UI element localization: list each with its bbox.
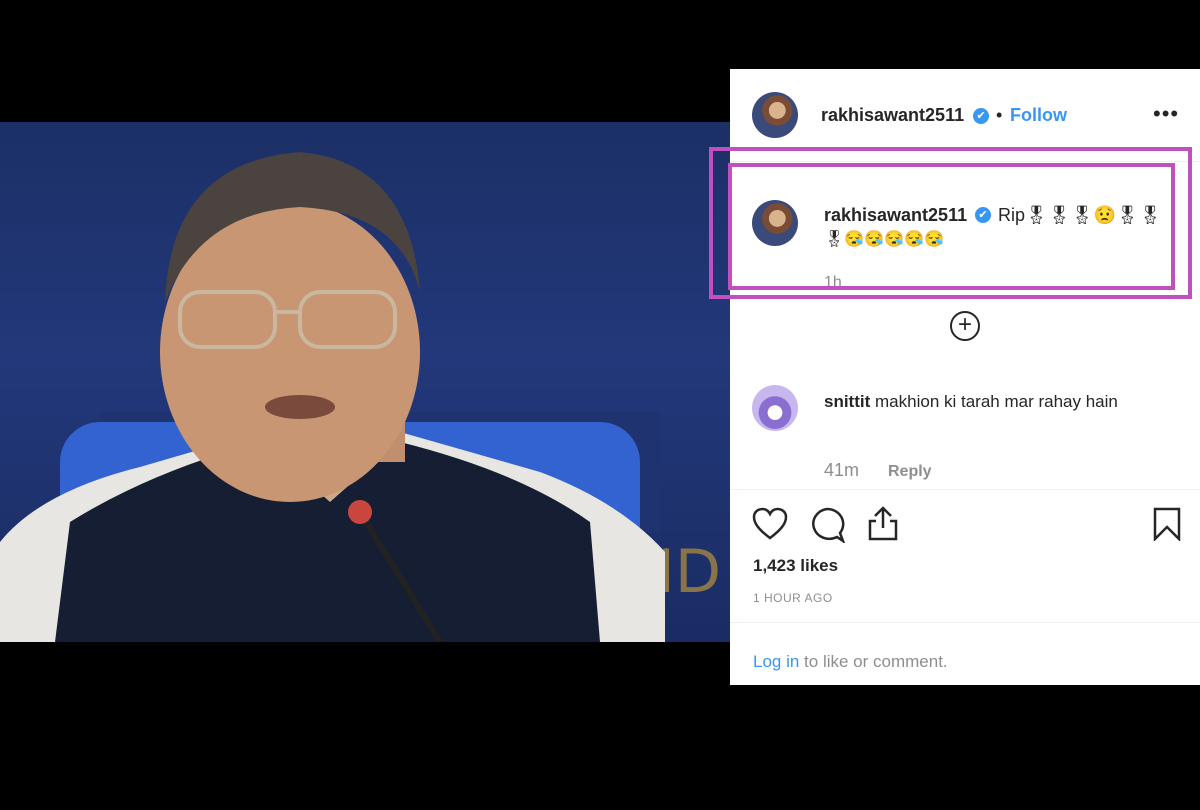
likes-count[interactable]: 1,423 likes <box>753 556 838 576</box>
post-time[interactable]: 1 HOUR AGO <box>753 591 833 605</box>
post-photo: स र ND <box>0 122 730 642</box>
verified-icon: ✔ <box>973 108 989 124</box>
highlight-frame-inner <box>728 163 1175 290</box>
plus-circle-icon[interactable]: + <box>950 311 980 341</box>
header-username[interactable]: rakhisawant2511 <box>821 105 964 126</box>
share-icon[interactable] <box>867 505 899 541</box>
more-icon[interactable]: ••• <box>1153 101 1179 127</box>
actions-divider <box>730 489 1200 491</box>
comment-time[interactable]: 41m <box>824 460 859 481</box>
login-prompt: Log in to like or comment. <box>753 652 948 672</box>
comment-username[interactable]: snittit <box>824 392 870 411</box>
login-text: to like or comment. <box>799 652 948 671</box>
divider <box>730 622 1200 623</box>
comment-icon[interactable] <box>809 507 845 543</box>
login-link[interactable]: Log in <box>753 652 799 671</box>
avatar[interactable] <box>752 385 798 431</box>
follow-button[interactable]: Follow <box>1010 105 1067 126</box>
comment-body: snittit makhion ki tarah mar rahay hain <box>824 389 1164 414</box>
heart-icon[interactable] <box>752 507 788 541</box>
avatar[interactable] <box>752 92 798 138</box>
bookmark-icon[interactable] <box>1153 507 1181 541</box>
reply-button[interactable]: Reply <box>888 463 932 481</box>
comment-text: makhion ki tarah mar rahay hain <box>875 392 1118 411</box>
separator-dot: • <box>996 105 1003 125</box>
